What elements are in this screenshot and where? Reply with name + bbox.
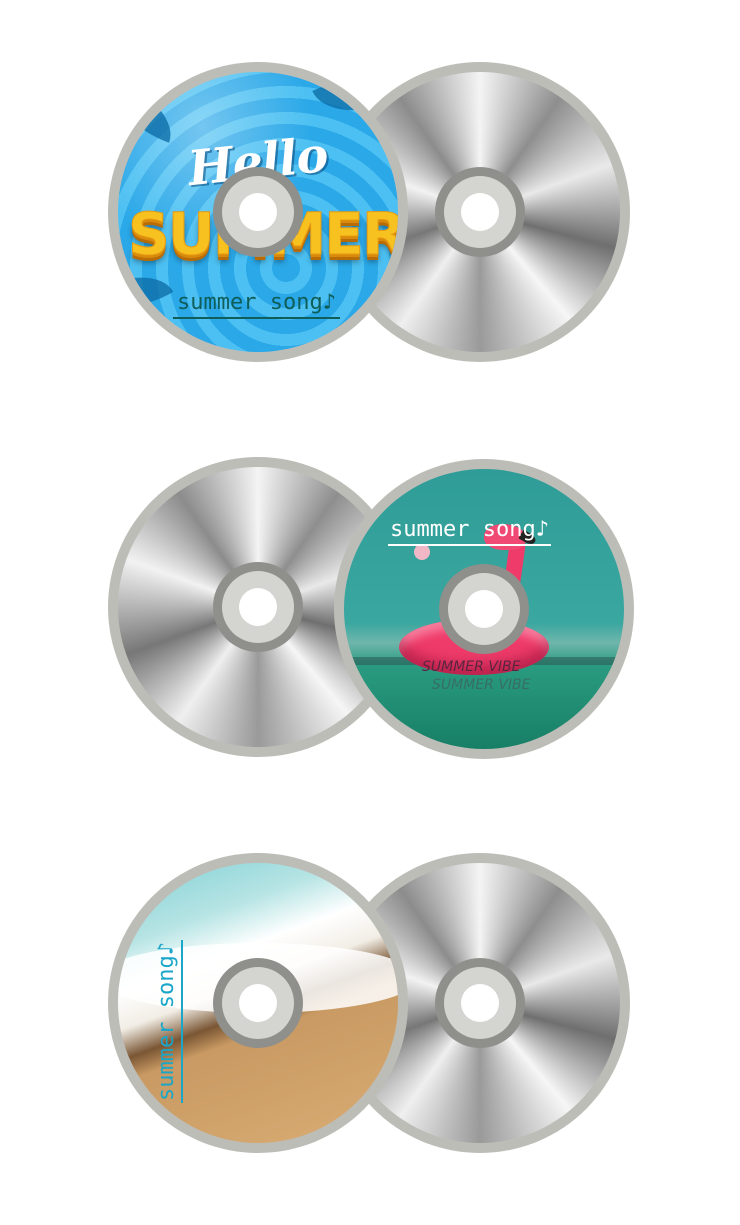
song-title: summer song♪ xyxy=(173,290,340,319)
disc-hub xyxy=(213,562,303,652)
disc-hub xyxy=(213,958,303,1048)
center-hole xyxy=(239,588,277,626)
disc-hub xyxy=(435,958,525,1048)
center-hole xyxy=(239,193,277,231)
center-hole xyxy=(465,590,503,628)
palm-leaf-decoration xyxy=(118,81,183,143)
summer-vibe-reflection: SUMMER VIBE xyxy=(432,677,531,693)
song-title: summer song♪ xyxy=(154,940,183,1103)
disc-hub xyxy=(439,564,529,654)
disc-hub xyxy=(213,167,303,257)
disc-pair-2: summer song♪ SUMMER VIBE SUMMER VIBE xyxy=(0,457,740,767)
disc-pair-3: summer song♪ xyxy=(0,853,740,1163)
disc-hub xyxy=(435,167,525,257)
label-disc-hello-summer: Hello SUMMER summer song♪ xyxy=(108,62,408,362)
center-hole xyxy=(239,984,277,1022)
center-hole xyxy=(461,193,499,231)
song-title: summer song♪ xyxy=(388,517,551,546)
bubble-decoration xyxy=(414,544,430,560)
disc-pair-1: Hello SUMMER summer song♪ xyxy=(0,62,740,372)
center-hole xyxy=(461,984,499,1022)
label-disc-flamingo: summer song♪ SUMMER VIBE SUMMER VIBE xyxy=(334,459,634,759)
label-disc-beach: summer song♪ xyxy=(108,853,408,1153)
summer-vibe-caption: SUMMER VIBE xyxy=(422,659,521,675)
